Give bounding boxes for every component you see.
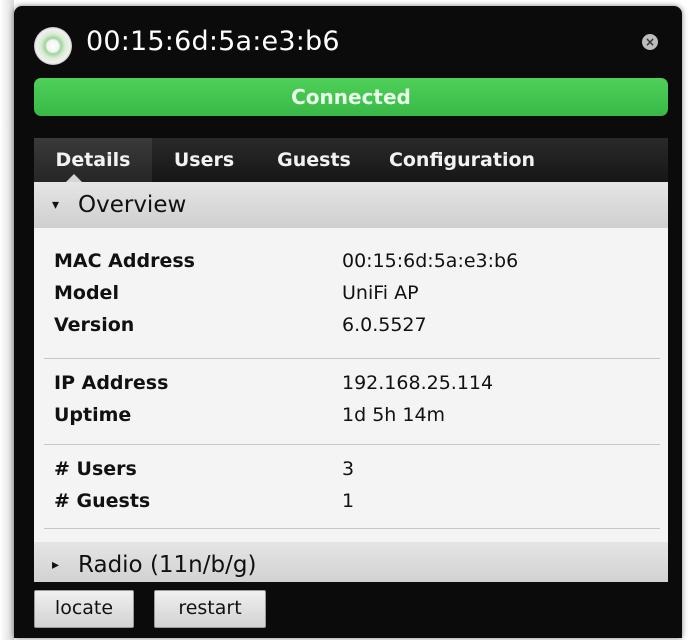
guests-count-value: 1 [342, 490, 355, 512]
version-value: 6.0.5527 [342, 314, 427, 336]
table-row: # Users 3 [34, 458, 668, 490]
divider [44, 358, 660, 359]
expand-arrow-icon: ▸ [52, 557, 60, 573]
device-panel: 00:15:6d:5a:e3:b6 × Connected Details Us… [14, 6, 682, 638]
tab-configuration[interactable]: Configuration [372, 138, 552, 182]
background-shadow [0, 0, 14, 640]
tab-details[interactable]: Details [34, 138, 152, 182]
active-tab-indicator [66, 174, 82, 182]
version-label: Version [54, 314, 135, 336]
divider [44, 444, 660, 445]
overview-section-label: Overview [78, 192, 187, 218]
tab-users[interactable]: Users [152, 138, 256, 182]
uptime-value: 1d 5h 14m [342, 404, 446, 426]
device-title: 00:15:6d:5a:e3:b6 [86, 26, 340, 57]
close-icon[interactable]: × [642, 34, 658, 50]
tab-guests[interactable]: Guests [256, 138, 372, 182]
radio-section-header[interactable]: ▸ Radio (11n/b/g) [34, 542, 668, 582]
table-row: Version 6.0.5527 [34, 314, 668, 346]
model-label: Model [54, 282, 119, 304]
users-count-label: # Users [54, 458, 137, 480]
collapse-arrow-icon: ▾ [52, 197, 60, 213]
connection-status-bar: Connected [34, 78, 668, 116]
ip-address-value: 192.168.25.114 [342, 372, 494, 394]
model-value: UniFi AP [342, 282, 419, 304]
guests-count-label: # Guests [54, 490, 151, 512]
table-row: Uptime 1d 5h 14m [34, 404, 668, 436]
uptime-label: Uptime [54, 404, 132, 426]
ip-address-label: IP Address [54, 372, 169, 394]
table-row: IP Address 192.168.25.114 [34, 372, 668, 404]
device-status-icon [34, 27, 72, 65]
restart-button[interactable]: restart [154, 590, 266, 628]
table-row: MAC Address 00:15:6d:5a:e3:b6 [34, 250, 668, 282]
details-content: ▾ Overview MAC Address 00:15:6d:5a:e3:b6… [34, 182, 668, 582]
table-row: Model UniFi AP [34, 282, 668, 314]
locate-button[interactable]: locate [34, 590, 134, 628]
radio-section-label: Radio (11n/b/g) [78, 552, 257, 578]
table-row: # Guests 1 [34, 490, 668, 522]
divider [44, 528, 660, 529]
tab-bar: Details Users Guests Configuration [34, 138, 668, 182]
mac-address-value: 00:15:6d:5a:e3:b6 [342, 250, 519, 272]
overview-section-header[interactable]: ▾ Overview [34, 182, 668, 228]
users-count-value: 3 [342, 458, 355, 480]
mac-address-label: MAC Address [54, 250, 195, 272]
panel-header: 00:15:6d:5a:e3:b6 × [14, 6, 682, 80]
